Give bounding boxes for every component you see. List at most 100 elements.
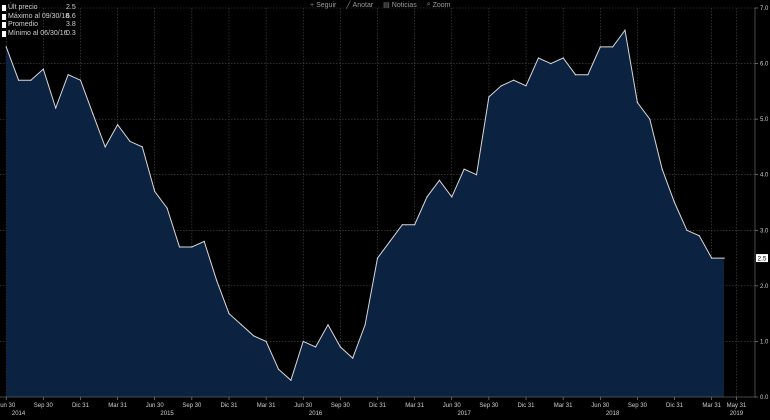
legend: Últ precio 2.5 Máximo al 09/30/18 6.6 Pr… — [2, 4, 76, 38]
annotate-button[interactable]: ╱ Anotar — [346, 1, 374, 10]
data-point — [216, 279, 218, 281]
data-point — [550, 63, 552, 65]
zoom-button[interactable]: ⌕ Zoom — [427, 1, 451, 9]
y-tick-label: 4.0 — [760, 173, 769, 179]
legend-label: Mínimo al 06/30/16 — [8, 29, 68, 37]
data-point — [141, 146, 143, 148]
plus-icon: + — [310, 1, 315, 9]
data-point — [277, 368, 280, 370]
pencil-icon: ╱ — [346, 2, 351, 9]
y-tick-label: 1.0 — [760, 339, 769, 345]
data-point — [525, 85, 527, 87]
data-point — [438, 179, 440, 181]
data-point — [376, 257, 379, 259]
data-point — [389, 240, 391, 242]
zoom-icon: ⌕ — [426, 1, 431, 8]
news-label: Noticias — [391, 1, 417, 9]
x-tick-label: Sep 30 — [182, 403, 202, 409]
data-point — [562, 57, 564, 59]
x-tick-label: Sep 30 — [331, 403, 351, 409]
x-tick-label: Jun 30 — [443, 403, 462, 409]
x-tick-label: Jun 30 — [591, 403, 610, 409]
data-point — [104, 146, 106, 148]
legend-swatch — [2, 5, 6, 12]
legend-swatch — [2, 31, 6, 38]
data-point — [686, 229, 688, 231]
annotate-label: Anotar — [352, 1, 374, 9]
data-point — [203, 240, 205, 242]
x-tick-label: Sep 30 — [34, 403, 54, 409]
data-point — [401, 224, 403, 226]
legend-value: 2.5 — [66, 4, 76, 11]
chart-window: 0.0 1.0 2.0 3.0 4.0 5.0 6.0 7.0 2.5 Jun 30 Sep 30 D… — [0, 0, 770, 420]
y-tick-label: 7.0 — [760, 6, 769, 12]
data-point — [92, 113, 94, 115]
data-point — [154, 190, 156, 192]
legend-label: Últ precio — [8, 4, 38, 11]
x-year-label: 2015 — [160, 411, 174, 417]
data-point — [42, 68, 44, 70]
data-point — [352, 357, 354, 359]
last-value-label: 2.5 — [758, 255, 767, 262]
data-point — [364, 324, 366, 326]
x-tick-label: Mar 31 — [405, 403, 424, 409]
data-point — [649, 118, 651, 120]
x-tick-label: Sep 30 — [628, 403, 648, 409]
data-point — [500, 85, 502, 87]
news-icon: ▤ — [383, 2, 390, 9]
data-point — [302, 340, 304, 342]
legend-swatch — [2, 13, 6, 20]
data-point — [117, 124, 119, 126]
x-year-label: 2016 — [309, 411, 323, 417]
data-point — [624, 29, 626, 31]
price-chart: 0.0 1.0 2.0 3.0 4.0 5.0 6.0 7.0 2.5 Jun 30 Sep 30 D… — [0, 6, 769, 417]
y-tick-label: 6.0 — [760, 62, 769, 68]
data-point — [513, 79, 515, 81]
data-point — [723, 257, 725, 259]
news-button[interactable]: ▤ Noticias — [383, 1, 417, 10]
data-point — [166, 207, 168, 209]
x-year-label: 2018 — [606, 411, 620, 417]
data-point — [711, 257, 713, 259]
data-point — [315, 346, 317, 348]
series-area — [6, 30, 725, 397]
data-point — [451, 196, 453, 198]
legend-value: 6.6 — [66, 12, 76, 20]
data-point — [129, 140, 131, 142]
data-point — [30, 79, 32, 81]
data-point — [67, 74, 69, 76]
data-point — [55, 107, 57, 109]
legend-swatch — [2, 22, 6, 29]
x-tick-label: Jun 30 — [0, 403, 16, 409]
x-tick-label: Dic 31 — [72, 403, 90, 409]
legend-item-max: Máximo al 09/30/18 6.6 — [2, 13, 76, 22]
data-point — [327, 324, 329, 326]
data-point — [228, 313, 230, 315]
x-tick-label: Dic 31 — [369, 403, 387, 409]
data-point — [636, 101, 639, 104]
data-point — [574, 74, 577, 76]
data-point — [290, 379, 292, 381]
data-point — [537, 57, 540, 59]
data-point — [661, 168, 663, 170]
x-tick-label: Mar 31 — [257, 403, 276, 409]
chart-toolbar: + Seguir ╱ Anotar ▤ Noticias ⌕ Zoom — [310, 1, 461, 9]
follow-button[interactable]: + Seguir — [310, 1, 336, 9]
data-point — [79, 79, 82, 81]
x-tick-label: Dic 31 — [666, 403, 684, 409]
legend-label: Promedio — [8, 21, 38, 29]
legend-item-average: Promedio 3.8 — [2, 21, 76, 30]
data-point — [18, 79, 20, 81]
x-tick-label: Mar 31 — [702, 403, 721, 409]
data-point — [475, 174, 478, 176]
legend-value: 3.8 — [66, 21, 76, 29]
x-tick-label: Jun 30 — [294, 403, 313, 409]
data-point — [240, 324, 242, 326]
legend-label: Máximo al 09/30/18 — [8, 12, 70, 20]
data-point — [265, 340, 267, 342]
data-point — [178, 246, 181, 248]
x-tick-label: May 31 — [727, 403, 747, 409]
data-point — [414, 224, 416, 226]
legend-value: 0.3 — [66, 29, 76, 37]
y-tick-label: 2.0 — [760, 284, 769, 290]
